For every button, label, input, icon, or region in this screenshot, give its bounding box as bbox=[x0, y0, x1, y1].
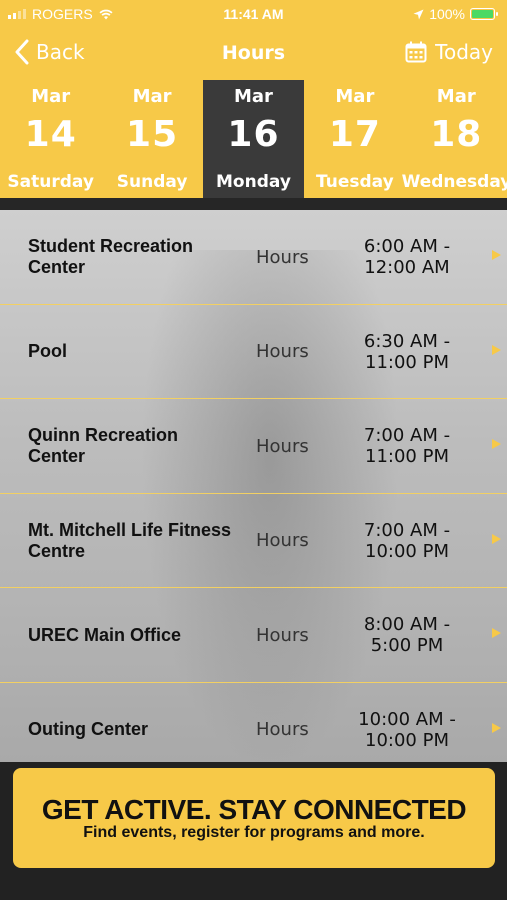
banner-subline: Find events, register for programs and m… bbox=[83, 824, 425, 841]
hours-row[interactable]: Pool Hours 6:30 AM - 11:00 PM bbox=[0, 305, 507, 400]
date-item[interactable]: Mar 14 Saturday bbox=[0, 80, 101, 198]
date-item[interactable]: Mar 18 Wednesday bbox=[402, 80, 507, 198]
status-right: 100% bbox=[413, 6, 498, 22]
hours-row[interactable]: Quinn Recreation Center Hours 7:00 AM - … bbox=[0, 399, 507, 494]
promo-banner[interactable]: GET ACTIVE. STAY CONNECTED Find events, … bbox=[13, 768, 495, 868]
chevron-right-icon bbox=[492, 439, 501, 449]
close-time: 10:00 PM bbox=[365, 540, 449, 562]
hours-label: Hours bbox=[256, 530, 309, 552]
status-bar: ROGERS 11:41 AM 100% bbox=[0, 0, 507, 28]
facility-name: Pool bbox=[28, 341, 67, 362]
hours-time: 6:00 AM - 12:00 AM bbox=[340, 210, 474, 305]
facility-name: Quinn Recreation Center bbox=[28, 425, 179, 467]
hours-list[interactable]: Student Recreation Center Hours 6:00 AM … bbox=[0, 210, 507, 762]
open-time: 8:00 AM - bbox=[363, 614, 451, 636]
close-time: 10:00 PM bbox=[365, 729, 449, 751]
banner-headline: GET ACTIVE. STAY CONNECTED bbox=[41, 794, 467, 825]
hours-label: Hours bbox=[256, 246, 309, 268]
hours-row[interactable]: Student Recreation Center Hours 6:00 AM … bbox=[0, 210, 507, 305]
close-time: 11:00 PM bbox=[365, 446, 449, 468]
today-button[interactable]: Today bbox=[405, 40, 493, 64]
date-month: Mar bbox=[335, 86, 375, 107]
date-selector: Mar 14 Saturday Mar 15 Sunday Mar 16 Mon… bbox=[0, 80, 507, 198]
facility-name: Student Recreation Center bbox=[28, 236, 194, 278]
hours-row[interactable]: Outing Center Hours 10:00 AM - 10:00 PM bbox=[0, 683, 507, 763]
hours-time: 8:00 AM - 5:00 PM bbox=[340, 588, 474, 683]
date-day: 16 bbox=[227, 114, 280, 155]
hours-time: 6:30 AM - 11:00 PM bbox=[340, 305, 474, 400]
date-month: Mar bbox=[132, 86, 172, 107]
open-time: 6:00 AM - bbox=[363, 236, 451, 258]
close-time: 5:00 PM bbox=[370, 635, 444, 657]
open-time: 10:00 AM - bbox=[358, 708, 456, 730]
divider-band bbox=[0, 198, 507, 210]
hours-label: Hours bbox=[256, 435, 309, 457]
hours-row[interactable]: Mt. Mitchell Life Fitness Centre Hours 7… bbox=[0, 494, 507, 589]
date-weekday: Wednesday bbox=[401, 172, 507, 192]
chevron-right-icon bbox=[492, 250, 501, 260]
hours-row[interactable]: UREC Main Office Hours 8:00 AM - 5:00 PM bbox=[0, 588, 507, 683]
chevron-right-icon bbox=[492, 628, 501, 638]
chevron-right-icon bbox=[492, 533, 501, 544]
open-time: 6:30 AM - bbox=[363, 330, 451, 352]
open-time: 7:00 AM - bbox=[363, 425, 451, 447]
battery-percent: 100% bbox=[429, 6, 465, 22]
date-month: Mar bbox=[436, 86, 476, 107]
battery-icon bbox=[470, 8, 498, 20]
hours-time: 7:00 AM - 11:00 PM bbox=[340, 399, 474, 494]
location-arrow-icon bbox=[413, 9, 424, 19]
today-label: Today bbox=[435, 40, 493, 64]
hours-time: 7:00 AM - 10:00 PM bbox=[340, 494, 474, 589]
date-day: 15 bbox=[126, 114, 179, 155]
date-day: 14 bbox=[24, 114, 77, 155]
facility-name: Outing Center bbox=[28, 719, 148, 740]
facility-name: UREC Main Office bbox=[28, 624, 182, 645]
hours-label: Hours bbox=[256, 624, 309, 646]
date-weekday: Sunday bbox=[116, 172, 188, 192]
date-weekday: Saturday bbox=[7, 172, 94, 192]
date-weekday: Monday bbox=[216, 172, 291, 192]
date-item-selected[interactable]: Mar 16 Monday bbox=[202, 80, 305, 198]
date-month: Mar bbox=[234, 86, 273, 107]
chevron-right-icon bbox=[492, 344, 501, 355]
calendar-icon bbox=[405, 41, 427, 63]
nav-bar: Back Hours Today bbox=[0, 28, 507, 80]
hours-time: 10:00 AM - 10:00 PM bbox=[340, 683, 474, 763]
date-month: Mar bbox=[31, 86, 71, 107]
chevron-right-icon bbox=[492, 722, 501, 733]
hours-label: Hours bbox=[256, 719, 309, 741]
date-item[interactable]: Mar 15 Sunday bbox=[101, 80, 202, 198]
close-time: 11:00 PM bbox=[365, 351, 449, 373]
open-time: 7:00 AM - bbox=[363, 519, 451, 541]
hours-label: Hours bbox=[256, 341, 309, 363]
date-weekday: Tuesday bbox=[316, 172, 394, 192]
facility-name: Mt. Mitchell Life Fitness Centre bbox=[28, 519, 232, 561]
bottom-area: GET ACTIVE. STAY CONNECTED Find events, … bbox=[0, 762, 507, 900]
date-day: 17 bbox=[328, 114, 381, 155]
close-time: 12:00 AM bbox=[364, 257, 450, 279]
date-item[interactable]: Mar 17 Tuesday bbox=[304, 80, 405, 198]
date-day: 18 bbox=[430, 114, 483, 155]
